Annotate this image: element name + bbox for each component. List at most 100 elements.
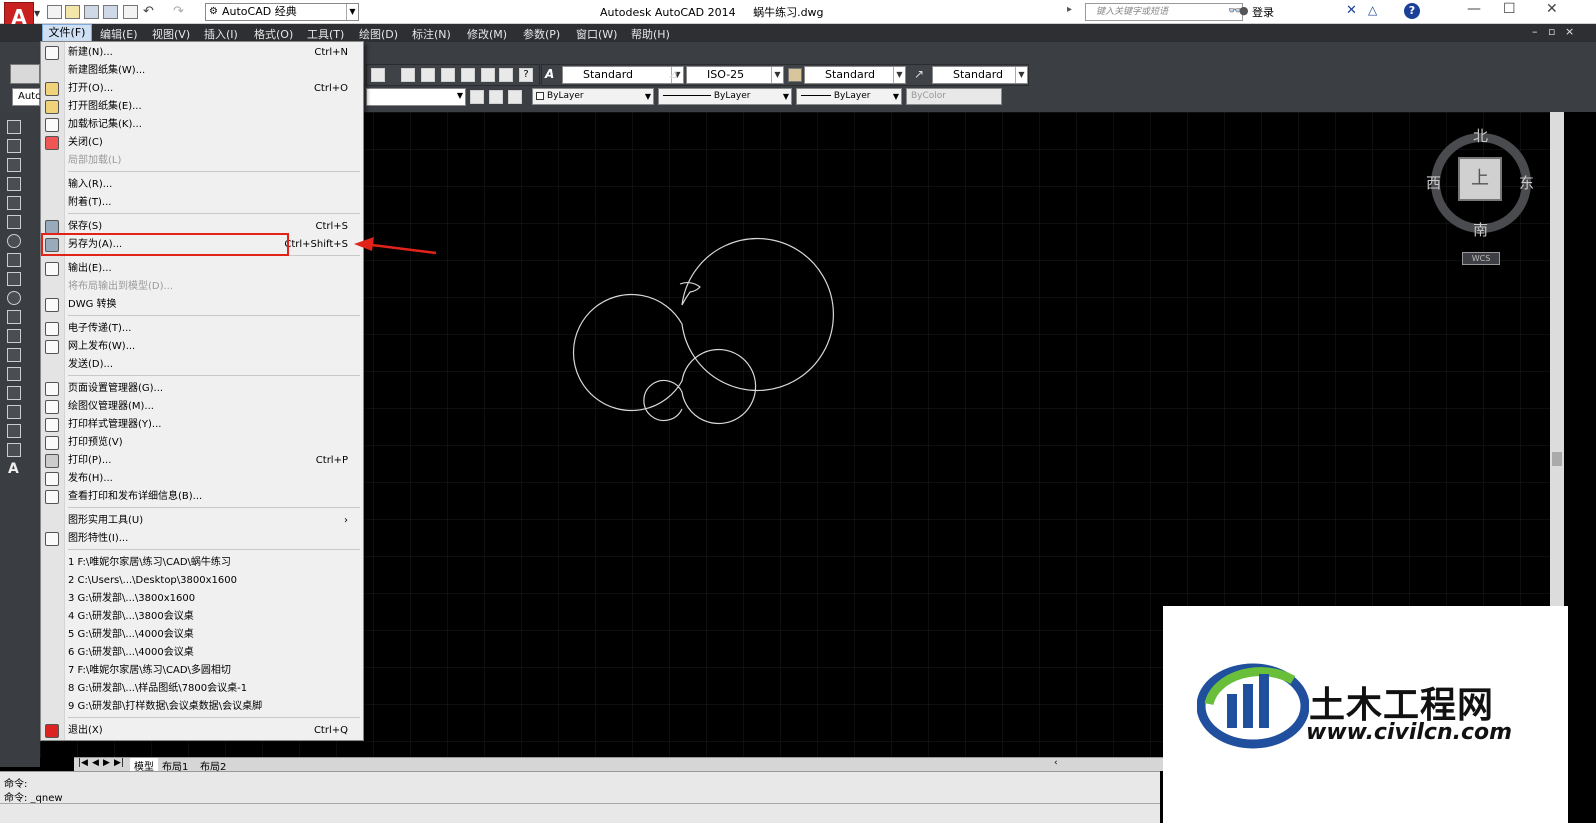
file-menu-item[interactable]: 输入(R)... xyxy=(41,176,363,194)
exchange-icon[interactable]: ✕ xyxy=(1346,3,1357,18)
line-icon[interactable] xyxy=(7,120,21,134)
file-menu-item[interactable]: 加载标记集(K)... xyxy=(41,116,363,134)
polygon-icon[interactable] xyxy=(7,177,21,191)
file-menu-item[interactable]: 4 G:\研发部\...\3800会议桌 xyxy=(41,608,363,626)
region-icon[interactable] xyxy=(7,424,21,438)
undo-icon[interactable]: ↶ xyxy=(143,4,154,19)
file-menu-item[interactable]: 关闭(C) xyxy=(41,134,363,152)
sheetset-icon[interactable] xyxy=(461,68,475,82)
table-style-select[interactable]: Standard ▼ xyxy=(804,66,906,84)
layer-previous-icon[interactable] xyxy=(489,90,503,104)
login-button[interactable]: 登录 xyxy=(1252,4,1274,20)
app-menu-chevron-icon[interactable]: ▼ xyxy=(34,9,40,18)
file-menu-item[interactable]: DWG 转换 xyxy=(41,296,363,314)
menubar-restore-icon[interactable]: ▫ xyxy=(1548,25,1555,38)
search-expand-icon[interactable]: ▸ xyxy=(1067,4,1072,15)
file-menu-item[interactable]: 打开(O)... Ctrl+O xyxy=(41,80,363,98)
mleader-style-select[interactable]: Standard ▼ xyxy=(932,66,1028,84)
table-icon[interactable] xyxy=(7,443,21,457)
rectangle-icon[interactable] xyxy=(7,196,21,210)
layer-state-icon[interactable] xyxy=(508,90,522,104)
layer-toolbar-icon[interactable] xyxy=(10,64,40,84)
ellipse-icon[interactable] xyxy=(7,291,21,305)
file-menu-item[interactable]: 绘图仪管理器(M)... xyxy=(41,398,363,416)
a360-icon[interactable]: △ xyxy=(1368,3,1377,17)
workspace-selector[interactable]: ⚙ AutoCAD 经典 ▼ xyxy=(205,3,359,21)
circle-icon[interactable] xyxy=(7,234,21,248)
command-window[interactable]: 命令: 命令: _qnew xyxy=(0,771,1160,823)
search-input[interactable]: 键入关键字或短语 xyxy=(1085,3,1243,21)
tool-palettes-icon[interactable] xyxy=(441,68,455,82)
file-menu-item[interactable]: 9 G:\研发部\打样数据\会议桌数据\会议桌脚 xyxy=(41,698,363,716)
spline-icon[interactable] xyxy=(7,272,21,286)
menu-file[interactable]: 文件(F) xyxy=(42,24,92,42)
markup-icon[interactable] xyxy=(481,68,495,82)
viewcube-top-face[interactable]: 上 xyxy=(1458,157,1502,201)
file-menu-item[interactable]: 发布(H)... xyxy=(41,470,363,488)
construction-line-icon[interactable] xyxy=(7,139,21,153)
help-icon[interactable]: ? xyxy=(519,68,533,82)
menu-view[interactable]: 视图(V) xyxy=(152,26,190,42)
design-center-icon[interactable] xyxy=(421,68,435,82)
menu-insert[interactable]: 插入(I) xyxy=(204,26,238,42)
tab-nav-last-icon[interactable]: ▶| xyxy=(114,758,124,768)
point-icon[interactable] xyxy=(7,367,21,381)
color-select[interactable]: ByLayer ▼ xyxy=(532,88,654,105)
file-menu-item[interactable]: 2 C:\Users\...\Desktop\3800x1600 xyxy=(41,572,363,590)
mtext-icon[interactable]: A xyxy=(8,461,19,477)
save-icon[interactable] xyxy=(84,5,99,19)
dim-style-select[interactable]: ISO-25 ▼ xyxy=(686,66,784,84)
file-menu-item[interactable]: 图形实用工具(U) › xyxy=(41,512,363,530)
file-menu-item[interactable]: 新建图纸集(W)... xyxy=(41,62,363,80)
redo-icon[interactable]: ↷ xyxy=(173,4,184,19)
menu-format[interactable]: 格式(O) xyxy=(254,26,293,42)
plot-icon[interactable] xyxy=(123,5,138,19)
make-current-layer-icon[interactable] xyxy=(470,90,484,104)
menu-modify[interactable]: 修改(M) xyxy=(467,26,507,42)
menu-window[interactable]: 窗口(W) xyxy=(576,26,617,42)
save-as-quick-icon[interactable] xyxy=(103,5,118,19)
file-menu-item[interactable]: 发送(D)... xyxy=(41,356,363,374)
menu-dimension[interactable]: 标注(N) xyxy=(412,26,451,42)
file-menu-item[interactable]: 新建(N)... Ctrl+N xyxy=(41,44,363,62)
menu-draw[interactable]: 绘图(D) xyxy=(359,26,398,42)
file-menu-item[interactable]: 打开图纸集(E)... xyxy=(41,98,363,116)
file-menu-item[interactable]: 网上发布(W)... xyxy=(41,338,363,356)
compass-south[interactable]: 南 xyxy=(1473,219,1488,240)
file-menu-item[interactable]: 附着(T)... xyxy=(41,194,363,212)
maximize-button[interactable]: ☐ xyxy=(1503,1,1516,17)
close-button[interactable]: ✕ xyxy=(1546,1,1558,17)
scroll-thumb[interactable] xyxy=(1552,452,1562,466)
hscroll-left-icon[interactable]: ‹ xyxy=(1054,758,1058,768)
tab-nav-first-icon[interactable]: |◀ xyxy=(78,758,88,768)
file-menu-item[interactable]: 输出(E)... xyxy=(41,260,363,278)
file-menu-item[interactable]: 1 F:\唯妮尔家居\练习\CAD\蜗牛练习 xyxy=(41,554,363,572)
make-block-icon[interactable] xyxy=(7,348,21,362)
menu-help[interactable]: 帮助(H) xyxy=(631,26,670,42)
file-menu-item[interactable]: 打印预览(V) xyxy=(41,434,363,452)
ellipse-arc-icon[interactable] xyxy=(7,310,21,324)
file-menu-item[interactable]: 页面设置管理器(G)... xyxy=(41,380,363,398)
compass-west[interactable]: 西 xyxy=(1426,172,1441,193)
insert-block-icon[interactable] xyxy=(7,329,21,343)
compass-north[interactable]: 北 xyxy=(1473,125,1488,146)
menu-edit[interactable]: 编辑(E) xyxy=(100,26,138,42)
gradient-icon[interactable] xyxy=(7,405,21,419)
layer-select[interactable]: Autc xyxy=(12,88,41,106)
file-menu-item[interactable]: 查看打印和发布详细信息(B)... xyxy=(41,488,363,506)
file-menu-item[interactable]: 3 G:\研发部\...\3800x1600 xyxy=(41,590,363,608)
layer-dropdown-tail[interactable]: ▼ xyxy=(366,88,466,106)
file-menu-item[interactable]: 6 G:\研发部\...\4000会议桌 xyxy=(41,644,363,662)
hatch-icon[interactable] xyxy=(7,386,21,400)
menu-parametric[interactable]: 参数(P) xyxy=(523,26,560,42)
compass-east[interactable]: 东 xyxy=(1519,172,1534,193)
tab-nav-prev-icon[interactable]: ◀ xyxy=(92,758,99,768)
file-menu-item[interactable]: 退出(X) Ctrl+Q xyxy=(41,722,363,740)
open-icon[interactable] xyxy=(65,5,80,19)
help-button[interactable]: ? xyxy=(1404,3,1420,19)
wcs-menu[interactable]: WCS xyxy=(1462,252,1500,265)
lineweight-select[interactable]: ByLayer ▼ xyxy=(796,88,902,105)
arc-icon[interactable] xyxy=(7,215,21,229)
properties-icon[interactable] xyxy=(401,68,415,82)
file-menu-item[interactable]: 图形特性(I)... xyxy=(41,530,363,548)
